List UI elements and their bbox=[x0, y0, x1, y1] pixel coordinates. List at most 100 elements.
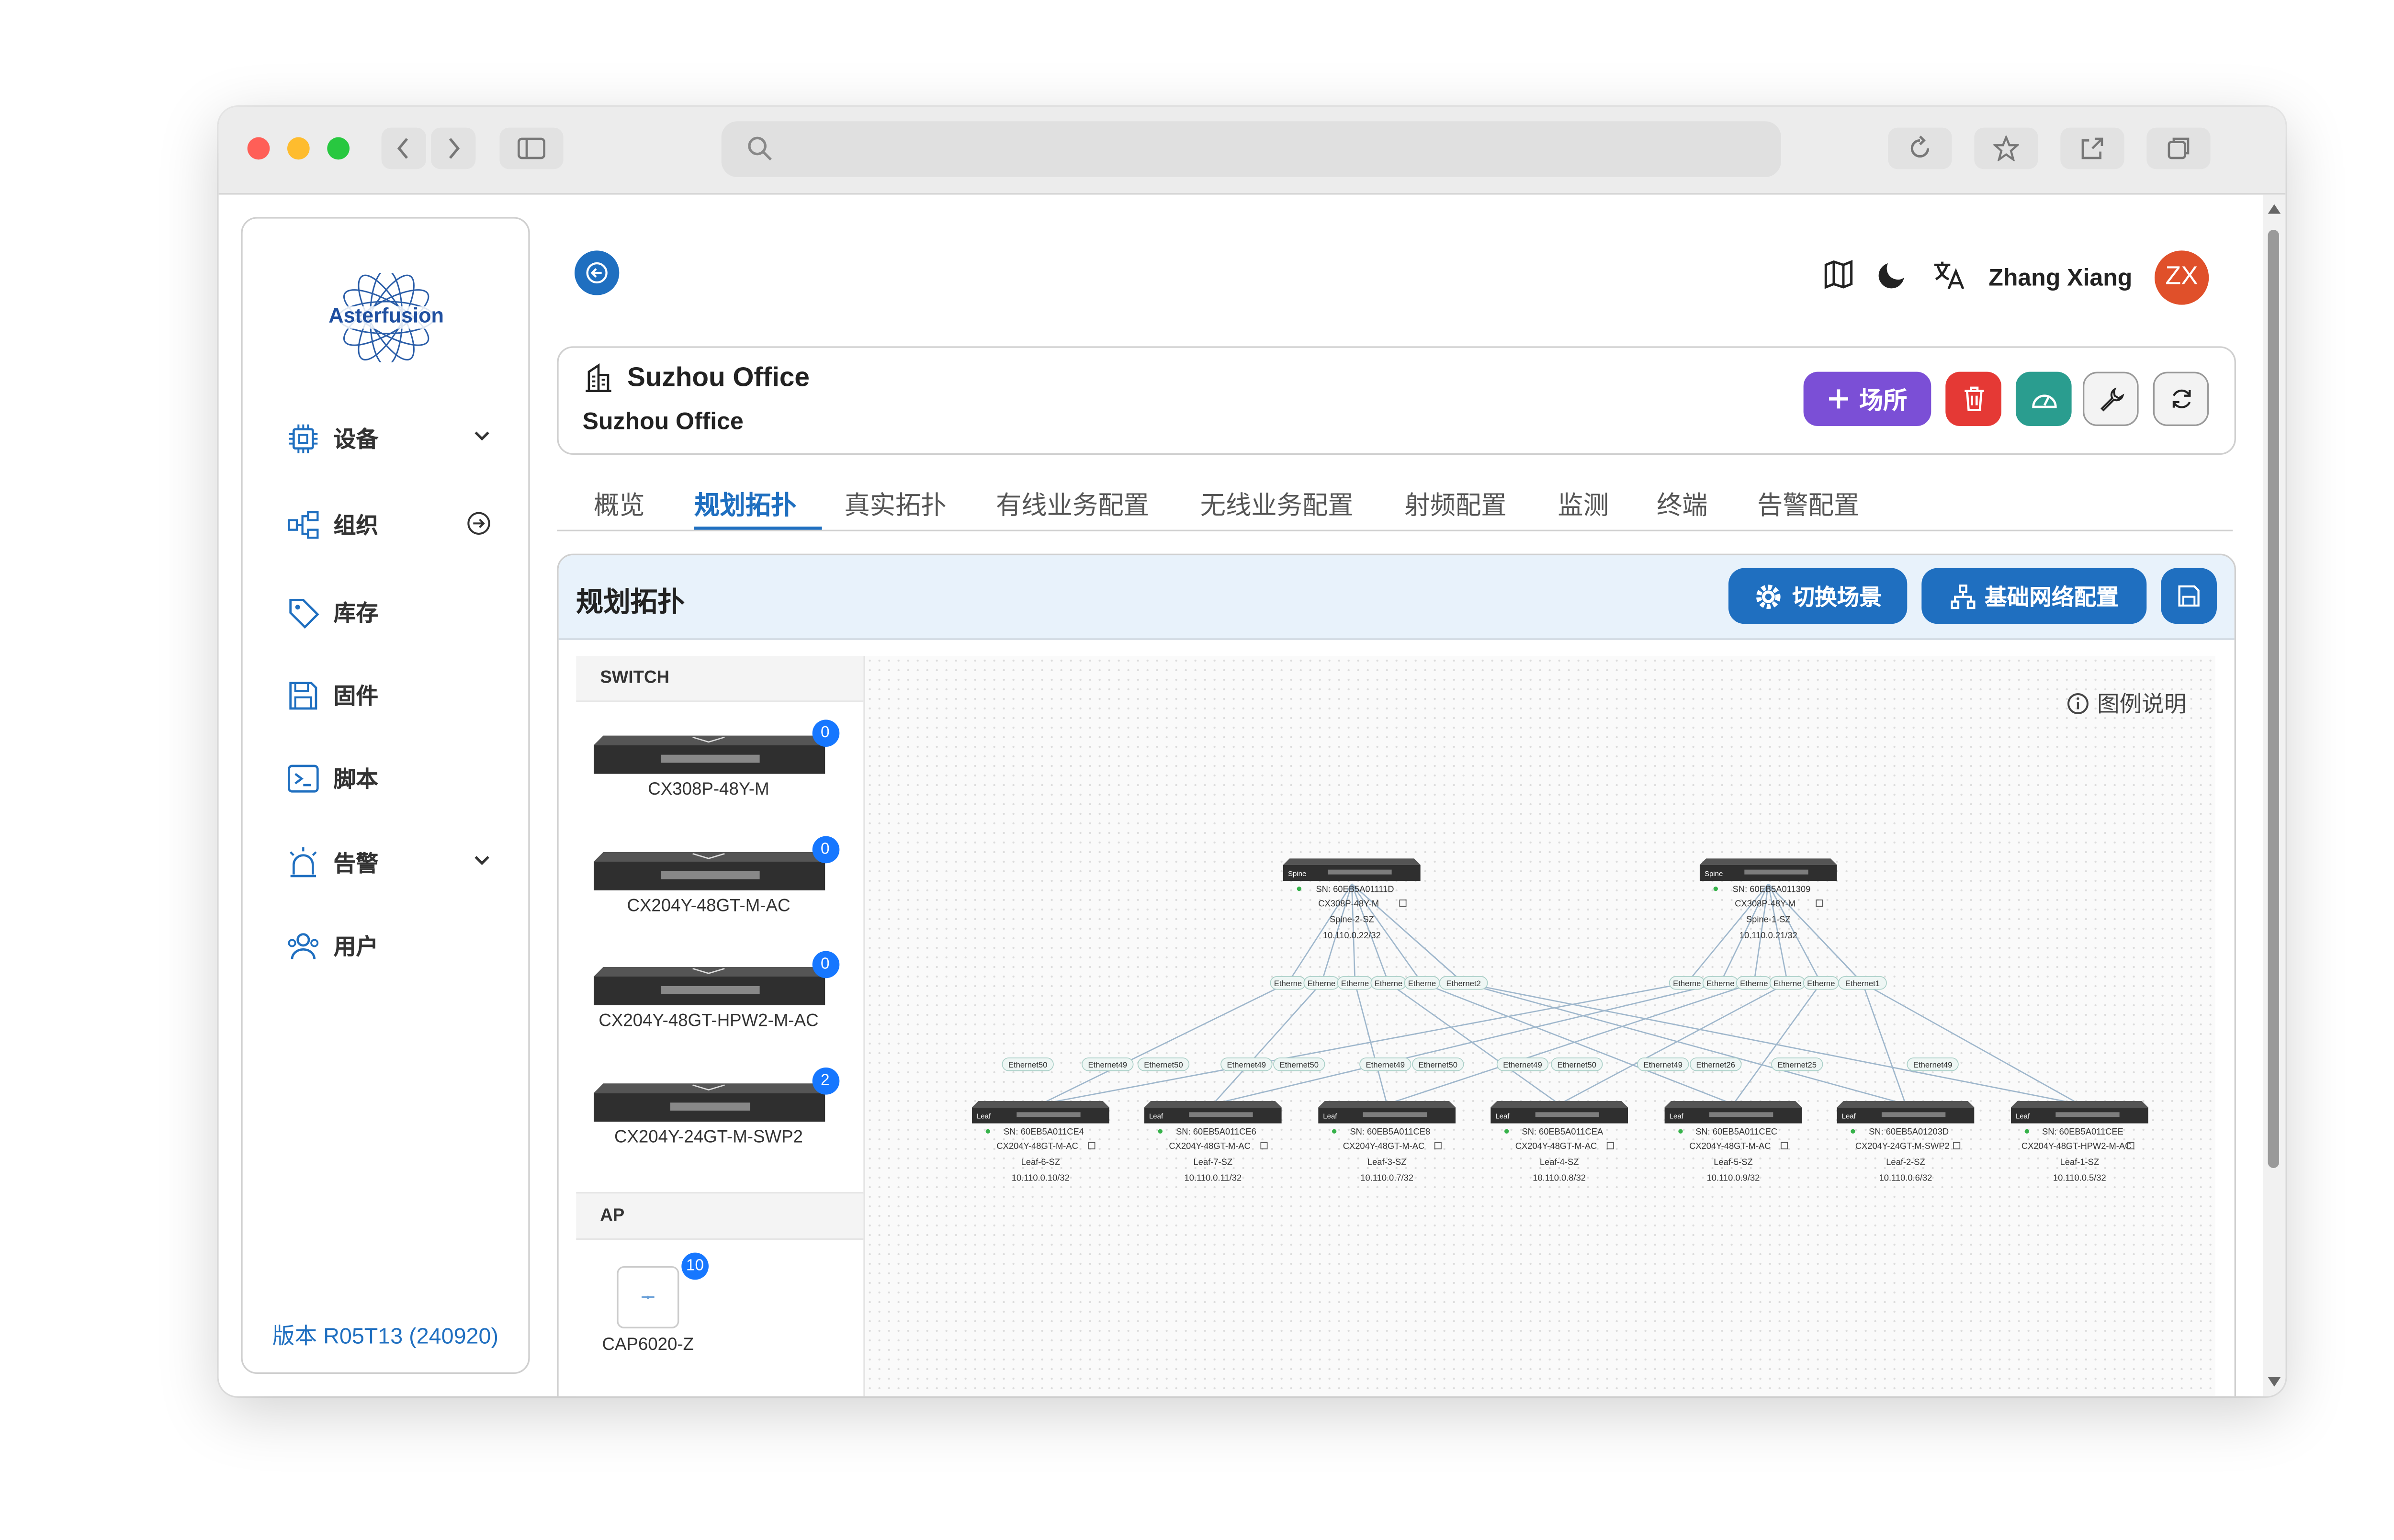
translate-icon[interactable] bbox=[1931, 259, 1966, 297]
add-site-label: 场所 bbox=[1859, 385, 1908, 414]
leaf-model: CX204Y-48GT-M-AC bbox=[1169, 1141, 1250, 1151]
port-label-text: Etherne bbox=[1308, 979, 1335, 988]
browser-window: Asterfusion 设备 组织 库存 固件 脚本 告警 用户 版本 R05T… bbox=[218, 107, 2286, 1396]
browser-forward-button[interactable] bbox=[430, 127, 476, 169]
spine-role-tag: Spine bbox=[1705, 870, 1723, 878]
logo-text: Asterfusion bbox=[328, 303, 444, 327]
switch-model-label: CX204Y-24GT-M-SWP2 bbox=[614, 1128, 803, 1147]
sidebar-item-organization[interactable]: 组织 bbox=[284, 503, 491, 547]
browser-back-button[interactable] bbox=[381, 127, 426, 169]
chevron-down-icon bbox=[473, 426, 492, 451]
save-topology-button[interactable] bbox=[2161, 568, 2217, 624]
gauge-icon bbox=[2031, 394, 2056, 408]
spine-serial: SN: 60EB5A011309 bbox=[1733, 884, 1811, 894]
tab-wired-config[interactable]: 有线业务配置 bbox=[996, 483, 1149, 522]
version-link[interactable]: 版本 R05T13 (240920) bbox=[243, 1320, 529, 1352]
palette-switch-item[interactable]: 2 CX204Y-24GT-M-SWP2 bbox=[590, 1067, 839, 1147]
save-icon bbox=[284, 676, 322, 715]
leaf-ip: 10.110.0.9/32 bbox=[1707, 1173, 1760, 1183]
spine-switch-ports bbox=[1744, 869, 1808, 875]
palette-switch-item[interactable]: 0 CX204Y-48GT-M-AC bbox=[590, 836, 839, 916]
tab-monitoring[interactable]: 监测 bbox=[1558, 483, 1609, 522]
save-icon bbox=[2178, 585, 2200, 607]
sidebar-item-firmware[interactable]: 固件 bbox=[284, 674, 491, 718]
avatar[interactable]: ZX bbox=[2154, 250, 2209, 305]
bookmark-button[interactable] bbox=[1974, 127, 2038, 169]
logo: Asterfusion bbox=[326, 269, 447, 366]
port-label-text: Etherne bbox=[1706, 979, 1734, 988]
tools-button[interactable] bbox=[2082, 371, 2139, 426]
tab-overview[interactable]: 概览 bbox=[594, 483, 645, 522]
tab-rf-config[interactable]: 射频配置 bbox=[1404, 483, 1506, 522]
trash-icon bbox=[1964, 386, 1983, 411]
port-label-text: Ethernet1 bbox=[1845, 979, 1880, 988]
leaf-role-tag: Leaf bbox=[1495, 1113, 1510, 1121]
base-network-config-button[interactable]: 基础网络配置 bbox=[1921, 568, 2147, 624]
minimize-window-button[interactable] bbox=[287, 137, 310, 160]
share-button[interactable] bbox=[2060, 127, 2124, 169]
leaf-switch-top bbox=[1318, 1101, 1456, 1108]
dashboard-button[interactable] bbox=[2015, 371, 2072, 426]
palette-switch-item[interactable]: 0 CX308P-48Y-M bbox=[590, 719, 839, 799]
sidebar-item-label: 固件 bbox=[333, 684, 378, 710]
edit-icon bbox=[1816, 899, 1823, 907]
status-online-dot bbox=[1504, 1129, 1509, 1134]
reload-button[interactable] bbox=[1888, 127, 1952, 169]
sidebar-toggle-button[interactable] bbox=[499, 127, 564, 169]
site-card: Suzhou Office Suzhou Office 场所 bbox=[557, 346, 2236, 455]
tab-real-topology[interactable]: 真实拓扑 bbox=[844, 483, 946, 522]
sidebar-item-label: 脚本 bbox=[333, 767, 378, 793]
leaf-serial: SN: 60EB5A011CEC bbox=[1695, 1126, 1777, 1136]
site-title: Suzhou Office bbox=[627, 362, 810, 393]
moon-icon[interactable] bbox=[1877, 259, 1909, 297]
port-label-text: Etherne bbox=[1773, 979, 1801, 988]
leaf-serial: SN: 60EB5A011CE4 bbox=[1004, 1126, 1084, 1136]
palette-ap-item[interactable]: 10 CAP6020-Z bbox=[592, 1252, 709, 1355]
page-scrollbar[interactable] bbox=[2263, 194, 2286, 1396]
leaf-model: CX204Y-48GT-M-AC bbox=[1689, 1141, 1771, 1151]
collapse-sidebar-button[interactable] bbox=[574, 250, 620, 295]
topology-link bbox=[1732, 982, 1822, 1105]
palette-switch-item[interactable]: 0 CX204Y-48GT-HPW2-M-AC bbox=[590, 951, 839, 1031]
tabs-overview-button[interactable] bbox=[2146, 127, 2211, 169]
leaf-switch-ports bbox=[1881, 1112, 1946, 1117]
map-icon[interactable] bbox=[1823, 259, 1855, 297]
leaf-ip: 10.110.0.6/32 bbox=[1879, 1173, 1932, 1183]
user-name[interactable]: Zhang Xiang bbox=[1988, 264, 2132, 292]
star-icon bbox=[1993, 135, 2019, 161]
refresh-button[interactable] bbox=[2153, 371, 2209, 426]
close-window-button[interactable] bbox=[247, 137, 270, 160]
sidebar-item-users[interactable]: 用户 bbox=[284, 924, 491, 968]
site-subtitle: Suzhou Office bbox=[582, 408, 744, 436]
switch-image: 0 bbox=[593, 836, 839, 890]
tab-terminals[interactable]: 终端 bbox=[1657, 483, 1708, 522]
address-bar[interactable] bbox=[721, 121, 1781, 177]
tab-wireless-config[interactable]: 无线业务配置 bbox=[1200, 483, 1354, 522]
add-site-button[interactable]: 场所 bbox=[1803, 371, 1931, 426]
ap-model-label: CAP6020-Z bbox=[602, 1335, 694, 1355]
sidebar-item-alarms[interactable]: 告警 bbox=[284, 841, 491, 886]
leaf-role-tag: Leaf bbox=[1149, 1113, 1163, 1121]
refresh-icon bbox=[2172, 389, 2190, 408]
maximize-window-button[interactable] bbox=[327, 137, 350, 160]
status-online-dot bbox=[1851, 1129, 1855, 1134]
tab-alarm-config[interactable]: 告警配置 bbox=[1757, 483, 1859, 522]
delete-site-button[interactable] bbox=[1945, 371, 2001, 426]
spine-hostname: Spine-2-SZ bbox=[1330, 914, 1374, 924]
topology-link bbox=[1040, 982, 1687, 1105]
topology-canvas[interactable]: 图例说明 Etherne Etherne Etherne Etherne Etherne… bbox=[865, 655, 2215, 1396]
page-content: Asterfusion 设备 组织 库存 固件 脚本 告警 用户 版本 R05T… bbox=[218, 194, 2286, 1396]
leaf-hostname: Leaf-1-SZ bbox=[2060, 1157, 2100, 1167]
sidebar-item-scripts[interactable]: 脚本 bbox=[284, 756, 491, 801]
sidebar-item-inventory[interactable]: 库存 bbox=[284, 590, 491, 635]
port-label-text: Ethernet49 bbox=[1503, 1060, 1542, 1069]
switch-model-label: CX204Y-48GT-M-AC bbox=[627, 897, 790, 916]
switch-scene-button[interactable]: 切换场景 bbox=[1728, 568, 1908, 624]
port-label-text: Etherne bbox=[1740, 979, 1768, 988]
topology-link bbox=[1354, 982, 1388, 1104]
status-online-dot bbox=[985, 1129, 990, 1134]
tab-planned-topology[interactable]: 规划拓扑 bbox=[694, 483, 796, 522]
sidebar-item-devices[interactable]: 设备 bbox=[284, 416, 491, 461]
arrow-left-circle-icon bbox=[586, 262, 608, 284]
scrollbar-thumb[interactable] bbox=[2268, 229, 2279, 1168]
